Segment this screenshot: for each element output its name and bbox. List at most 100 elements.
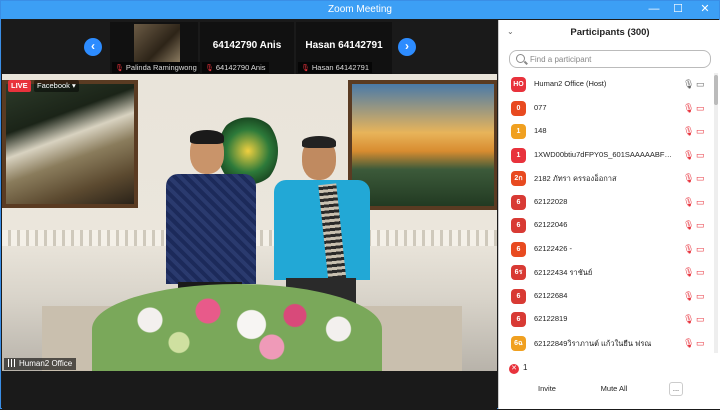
close-icon[interactable]: ✕ <box>509 364 519 374</box>
participant-name: 1XWD00btiu7dFPY0S_601SAAAAABFBbmRy... <box>534 149 674 159</box>
video-icon[interactable]: ▭ <box>696 79 705 89</box>
participant-row[interactable]: 6 62122819 🎙 ▭ <box>499 308 713 332</box>
avatar: 6ฉ <box>511 335 526 351</box>
muted-mic-icon[interactable]: 🎙 <box>683 126 694 136</box>
participant-row[interactable]: 6ร 62122434 ราชันย์ 🎙 ▭ <box>499 261 713 285</box>
previous-page-button[interactable]: ‹ <box>84 38 102 56</box>
participant-row[interactable]: 6ฉ 62122849วิราภานต์ แก้วในยืน ฟรณ 🎙 ▭ <box>499 332 713 354</box>
avatar: HO <box>511 77 526 92</box>
participant-thumbnail[interactable]: 64142790 Anis 🎙 64142790 Anis <box>200 22 294 74</box>
avatar: 1 <box>511 124 526 139</box>
video-off-icon[interactable]: ▭ <box>696 267 705 277</box>
muted-mic-icon[interactable]: 🎙 <box>683 220 694 230</box>
thumbnail-label: 🎙 Hasan 64142791 <box>298 62 373 73</box>
video-off-icon[interactable]: ▭ <box>696 173 705 183</box>
mute-all-button[interactable]: Mute All <box>595 382 633 396</box>
thumbnail-name: Palinda Ramingwong <box>125 63 197 72</box>
video-off-icon[interactable]: ▭ <box>696 291 705 301</box>
invite-button[interactable]: Invite <box>535 382 559 396</box>
participant-name: 2182 ภัทรา ครรองอ็อกาส <box>534 174 617 183</box>
avatar: 6ร <box>511 265 526 280</box>
video-bottom-area <box>2 371 497 410</box>
maximize-button[interactable]: ☐ <box>665 1 691 19</box>
participant-row[interactable]: 1 148 🎙 ▭ <box>499 120 713 144</box>
active-speaker-video[interactable]: LIVE Facebook ▾ Human2 Office <box>2 74 497 371</box>
video-off-icon[interactable]: ▭ <box>696 220 705 230</box>
minimize-button[interactable]: — <box>641 1 667 19</box>
raised-hands-count: 1 <box>523 363 528 372</box>
participant-list-scrollbar[interactable] <box>714 73 718 353</box>
video-off-icon[interactable]: ▭ <box>696 126 705 136</box>
participant-row[interactable]: 6 62122426 - 🎙 ▭ <box>499 238 713 262</box>
participant-row[interactable]: 0 077 🎙 ▭ <box>499 97 713 121</box>
window-title: Zoom Meeting <box>328 4 392 15</box>
speaker-name: Human2 Office <box>19 359 73 368</box>
muted-mic-icon: 🎙 <box>301 65 310 72</box>
muted-mic-icon[interactable]: 🎙 <box>683 197 694 207</box>
thumbnail-big-name: Hasan 64142791 <box>305 40 383 51</box>
thumbnail-name: Hasan 64142791 <box>311 63 370 72</box>
participant-thumbnail[interactable]: Hasan 64142791 🎙 Hasan 64142791 <box>296 22 392 74</box>
participant-name: 62122028 <box>534 196 568 206</box>
participant-row[interactable]: 6 62122046 🎙 ▭ <box>499 214 713 238</box>
avatar: 6 <box>511 218 526 233</box>
muted-mic-icon[interactable]: 🎙 <box>683 173 694 183</box>
video-off-icon[interactable]: ▭ <box>696 338 705 348</box>
video-off-icon[interactable]: ▭ <box>696 314 705 324</box>
muted-mic-icon: 🎙 <box>205 65 214 72</box>
zoom-meeting-window: Zoom Meeting — ☐ ✕ ‹ 🎙 Palinda Ramingwong… <box>0 0 720 410</box>
participant-list: HO Human2 Office (Host) 🎙 ▭ 0 077 🎙 ▭ 1 148 🎙 ▭ 1 1XW… <box>499 73 713 353</box>
live-stream-source-dropdown[interactable]: Facebook ▾ <box>34 80 79 92</box>
thumbnail-label: 🎙 Palinda Ramingwong <box>112 62 200 73</box>
participant-photo <box>134 24 180 62</box>
muted-mic-icon[interactable]: 🎙 <box>683 150 694 160</box>
signal-strength-icon <box>8 359 16 367</box>
muted-mic-icon[interactable]: 🎙 <box>683 267 694 277</box>
video-off-icon[interactable]: ▭ <box>696 197 705 207</box>
participant-search[interactable] <box>509 50 711 68</box>
video-off-icon[interactable]: ▭ <box>696 103 705 113</box>
participant-row[interactable]: 1 1XWD00btiu7dFPY0S_601SAAAAABFBbmRy... 🎙▭ <box>499 144 713 168</box>
participant-row[interactable]: HO Human2 Office (Host) 🎙 ▭ <box>499 73 713 97</box>
participant-name: 62122819 <box>534 314 568 323</box>
next-page-button[interactable]: › <box>398 38 416 56</box>
muted-mic-icon: 🎙 <box>115 65 124 72</box>
muted-mic-icon[interactable]: 🎙 <box>683 103 694 113</box>
more-options-button[interactable]: ... <box>669 382 683 396</box>
gallery-strip: ‹ 🎙 Palinda Ramingwong 64142790 Anis 🎙 641… <box>2 20 497 74</box>
avatar: 6 <box>511 241 526 257</box>
flower-arrangement <box>92 284 382 371</box>
participants-panel: ⌄ Participants (300) HO Human2 Office (Ho… <box>498 20 720 409</box>
participant-row[interactable]: 6 62122028 🎙 ▭ <box>499 191 713 215</box>
participant-name: 62122849วิราภานต์ แก้วในยืน ฟรณ <box>534 338 652 348</box>
participant-name: 62122684 <box>534 290 568 300</box>
avatar: 1 <box>511 147 526 163</box>
participant-thumbnail[interactable]: 🎙 Palinda Ramingwong <box>110 22 200 74</box>
thumbnail-label: 🎙 64142790 Anis <box>202 62 269 73</box>
participant-name: 62122046 <box>534 220 568 229</box>
participant-row[interactable]: 6 62122684 🎙 ▭ <box>499 285 713 309</box>
participants-header: ⌄ Participants (300) <box>499 20 720 46</box>
muted-mic-icon[interactable]: 🎙 <box>683 338 694 348</box>
mic-icon[interactable]: 🎙 <box>683 79 694 89</box>
search-input[interactable] <box>530 53 705 65</box>
avatar: 6 <box>511 288 526 304</box>
waterfall-painting <box>2 80 138 208</box>
participant-row[interactable]: 2ก 2182 ภัทรา ครรองอ็อกาส 🎙 ▭ <box>499 167 713 191</box>
avatar: 6 <box>511 312 526 327</box>
avatar: 2ก <box>511 171 526 186</box>
live-badge[interactable]: LIVE <box>8 80 31 92</box>
participant-name: 077 <box>534 102 547 112</box>
avatar: 0 <box>511 100 526 116</box>
video-off-icon[interactable]: ▭ <box>696 244 705 254</box>
muted-mic-icon[interactable]: 🎙 <box>683 314 694 324</box>
title-bar: Zoom Meeting — ☐ ✕ <box>1 1 719 19</box>
close-button[interactable]: ✕ <box>691 1 719 19</box>
muted-mic-icon[interactable]: 🎙 <box>683 291 694 301</box>
video-off-icon[interactable]: ▭ <box>696 150 705 160</box>
video-area: ‹ 🎙 Palinda Ramingwong 64142790 Anis 🎙 641… <box>2 20 497 410</box>
thumbnail-big-name: 64142790 Anis <box>212 40 282 51</box>
muted-mic-icon[interactable]: 🎙 <box>683 244 694 254</box>
participants-title: Participants (300) <box>570 27 650 38</box>
participant-name: 148 <box>534 126 547 135</box>
